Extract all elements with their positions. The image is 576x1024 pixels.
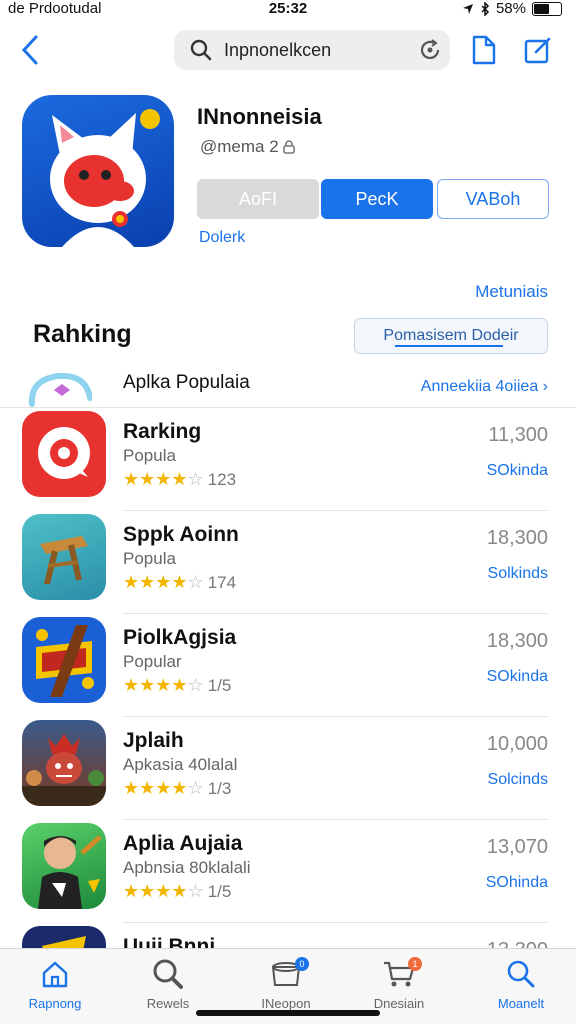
category-label: Aplka Populaia bbox=[123, 372, 250, 393]
location-icon bbox=[462, 3, 473, 14]
item-action-link[interactable]: Solcinds bbox=[488, 771, 548, 789]
review-count: 1/5 bbox=[207, 881, 232, 901]
app-subtitle: @mema 2 bbox=[200, 137, 295, 157]
see-more-link[interactable]: Metuniais bbox=[475, 282, 548, 302]
section-title: Rahking bbox=[33, 320, 132, 348]
star-rating: ★★★★☆ bbox=[123, 572, 204, 592]
star-rating: ★★★★☆ bbox=[123, 881, 204, 901]
list-item[interactable]: Aplia Aujaia Apbnsia 80klalali ★★★★☆ 1/5… bbox=[0, 820, 576, 923]
item-name: Sppk Aoinn bbox=[123, 523, 239, 546]
item-count: 18,300 bbox=[486, 630, 548, 652]
review-count: 1/3 bbox=[207, 778, 232, 798]
item-name: Rarking bbox=[123, 420, 202, 443]
game-logo-icon bbox=[22, 617, 106, 703]
list-item[interactable]: PiolkAgjsia Popular ★★★★☆ 1/5 18,300 SOk… bbox=[0, 614, 576, 717]
search-input[interactable] bbox=[224, 36, 404, 64]
tab-label: Rapnong bbox=[28, 996, 82, 1011]
peck-button[interactable]: PecK bbox=[321, 179, 433, 219]
item-category: Popular bbox=[123, 652, 182, 671]
item-category: Popula bbox=[123, 549, 176, 568]
list-item[interactable]: Sppk Aoinn Popula ★★★★☆ 174 18,300 Solki… bbox=[0, 511, 576, 614]
wooden-chair-icon bbox=[22, 514, 106, 600]
item-category: Apbnsia 80klalali bbox=[123, 858, 251, 877]
vaboh-button[interactable]: VABoh bbox=[437, 179, 549, 219]
action-buttons: AoFI PecK VABoh bbox=[197, 179, 549, 219]
item-action-link[interactable]: SOkinda bbox=[487, 668, 548, 686]
item-action-link[interactable]: SOkinda bbox=[487, 462, 548, 480]
app-subtitle-text: @mema 2 bbox=[200, 137, 279, 156]
category-see-all-link[interactable]: Anneekiia 4oiiea › bbox=[421, 378, 548, 396]
character-game-icon bbox=[22, 823, 106, 909]
back-chevron-icon[interactable] bbox=[16, 32, 44, 68]
dropdown-underline bbox=[395, 345, 503, 347]
warrior-game-icon bbox=[22, 720, 106, 806]
dolerk-link[interactable]: Dolerk bbox=[199, 229, 245, 247]
app-title: INnonneisia bbox=[197, 104, 322, 129]
search-icon bbox=[466, 957, 576, 991]
star-rating: ★★★★☆ bbox=[123, 778, 204, 798]
item-count: 11,300 bbox=[488, 424, 548, 446]
item-count: 13,070 bbox=[486, 836, 548, 858]
app-header: INnonneisia @mema 2 AoFI PecK VABoh Dole… bbox=[0, 95, 576, 255]
tab-dnesiain[interactable]: 1 Dnesiain bbox=[344, 957, 454, 1011]
document-icon[interactable] bbox=[466, 32, 502, 68]
cart-icon: 0 bbox=[231, 957, 341, 991]
notification-badge: 1 bbox=[408, 957, 422, 971]
star-rating: ★★★★☆ bbox=[123, 469, 204, 489]
tab-rewels[interactable]: Rewels bbox=[113, 957, 223, 1011]
tab-label: Moanelt bbox=[497, 996, 545, 1011]
aofi-button[interactable]: AoFI bbox=[197, 179, 319, 219]
search-icon bbox=[113, 957, 223, 991]
search-bar[interactable] bbox=[174, 30, 450, 70]
tab-bar: Rapnong Rewels 0 INeopon 1 Dnesiain Moan… bbox=[0, 948, 576, 1024]
battery-percent: 58% bbox=[495, 0, 526, 17]
top-nav bbox=[0, 28, 576, 72]
tab-label: Rewels bbox=[146, 996, 190, 1011]
item-name: Aplia Aujaia bbox=[123, 832, 243, 855]
list-item[interactable]: Jplaih Apkasia 40lalal ★★★★☆ 1/3 10,000 … bbox=[0, 717, 576, 820]
item-category: Apkasia 40lalal bbox=[123, 755, 238, 774]
status-bar: de Prdootudal 25:32 58% bbox=[0, 0, 576, 18]
item-rating: ★★★★☆ 174 bbox=[123, 572, 236, 593]
sort-dropdown[interactable]: Pomasisem Dodeir bbox=[354, 318, 548, 354]
review-count: 123 bbox=[207, 469, 237, 489]
category-row[interactable]: Aplka Populaia Anneekiia 4oiiea › bbox=[0, 362, 576, 408]
star-rating: ★★★★☆ bbox=[123, 675, 204, 695]
item-action-link[interactable]: SOhinda bbox=[486, 874, 548, 892]
tab-label: Dnesiain bbox=[373, 996, 425, 1011]
item-rating: ★★★★☆ 1/3 bbox=[123, 778, 231, 799]
battery-icon bbox=[532, 1, 562, 16]
lock-icon bbox=[282, 140, 295, 154]
bluetooth-icon bbox=[481, 1, 490, 16]
category-icon bbox=[28, 372, 92, 407]
item-category: Popula bbox=[123, 446, 176, 465]
home-indicator[interactable] bbox=[196, 1010, 380, 1016]
item-action-link[interactable]: Solkinds bbox=[488, 565, 548, 583]
item-count: 10,000 bbox=[486, 733, 548, 755]
item-rating: ★★★★☆ 123 bbox=[123, 469, 236, 490]
item-name: Jplaih bbox=[123, 729, 184, 752]
item-rating: ★★★★☆ 1/5 bbox=[123, 881, 231, 902]
list-item[interactable]: Rarking Popula ★★★★☆ 123 11,300 SOkinda bbox=[0, 408, 576, 511]
review-count: 174 bbox=[207, 572, 237, 592]
item-name: PiolkAgjsia bbox=[123, 626, 237, 649]
search-icon bbox=[190, 39, 212, 61]
red-chat-icon bbox=[22, 411, 106, 497]
compose-icon[interactable] bbox=[520, 32, 556, 68]
cart-icon: 1 bbox=[344, 957, 454, 991]
tab-label: INeopon bbox=[261, 996, 311, 1011]
item-rating: ★★★★☆ 1/5 bbox=[123, 675, 231, 696]
tab-moanelt[interactable]: Moanelt bbox=[466, 957, 576, 1011]
refresh-icon[interactable] bbox=[418, 38, 442, 62]
sort-dropdown-label: Pomasisem Dodeir bbox=[383, 327, 519, 344]
notification-badge: 0 bbox=[295, 957, 309, 971]
home-icon bbox=[0, 957, 110, 991]
app-mascot-icon[interactable] bbox=[22, 95, 174, 247]
status-right: 58% bbox=[462, 0, 562, 17]
review-count: 1/5 bbox=[207, 675, 232, 695]
tab-ineopon[interactable]: 0 INeopon bbox=[231, 957, 341, 1011]
tab-rapnong[interactable]: Rapnong bbox=[0, 957, 110, 1011]
item-count: 18,300 bbox=[486, 527, 548, 549]
